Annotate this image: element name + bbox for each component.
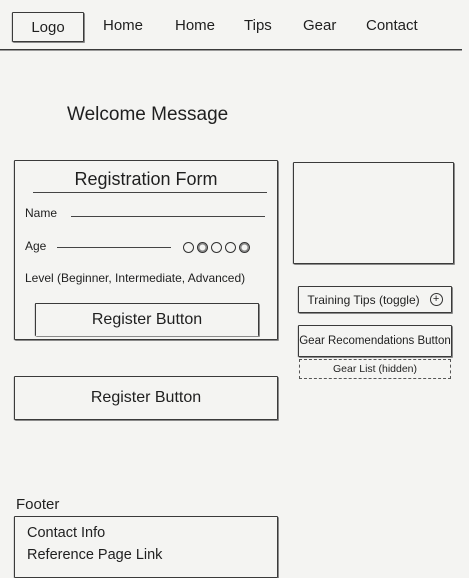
registration-title: Registration Form [74, 169, 218, 189]
name-field[interactable] [71, 216, 265, 217]
level-label: Level (Beginner, Intermediate, Advanced) [25, 271, 246, 285]
footer-label: Footer [16, 496, 60, 513]
nav-divider [0, 49, 462, 50]
age-radio-4[interactable] [225, 242, 236, 253]
nav-contact[interactable]: Contact [366, 17, 418, 34]
nav-gear[interactable]: Gear [303, 17, 336, 34]
nav-home-2[interactable]: Home [175, 17, 215, 34]
title-divider [33, 192, 267, 193]
age-radio-1[interactable] [183, 242, 194, 253]
logo[interactable]: Logo [12, 12, 84, 42]
registration-form: Registration Form Name Age Level (Beginn… [14, 160, 278, 340]
nav-home[interactable]: Home [103, 17, 143, 34]
welcome-message: Welcome Message [67, 104, 229, 125]
age-radio-group [183, 242, 250, 253]
nav-tips[interactable]: Tips [244, 17, 272, 34]
training-tips-label: Training Tips (toggle) [307, 292, 420, 307]
age-field[interactable] [57, 247, 171, 248]
gear-list: Gear List (hidden) [299, 359, 451, 379]
plus-circle-icon[interactable]: + [429, 293, 443, 306]
contact-info-link[interactable]: Contact Info [27, 525, 105, 541]
age-label: Age [25, 239, 47, 253]
training-tips-toggle[interactable]: Training Tips (toggle) + [298, 286, 452, 313]
name-label: Name [25, 206, 58, 220]
image-placeholder [293, 162, 454, 264]
footer-box: Contact Info Reference Page Link [14, 516, 278, 578]
register-button[interactable]: Register Button [35, 303, 259, 336]
gear-recommendations-button[interactable]: Gear Recomendations Button [298, 325, 452, 357]
age-radio-5[interactable] [239, 242, 250, 253]
reference-page-link[interactable]: Reference Page Link [27, 547, 162, 563]
register-button-secondary[interactable]: Register Button [14, 376, 278, 420]
age-radio-2[interactable] [197, 242, 208, 253]
age-radio-3[interactable] [211, 242, 222, 253]
